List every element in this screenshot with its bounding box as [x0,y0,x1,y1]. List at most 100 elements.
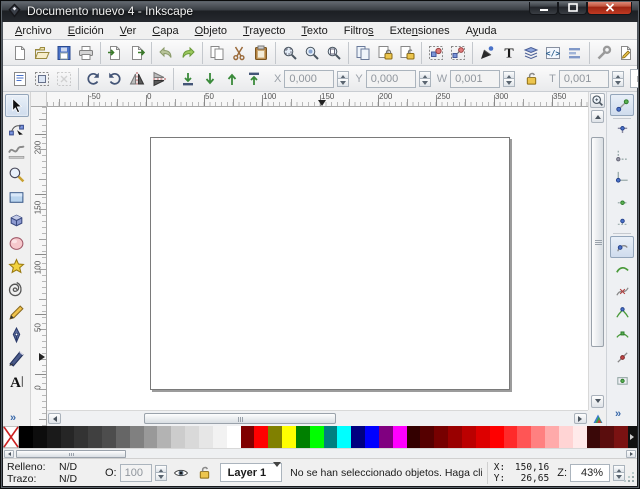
palette-swatch[interactable] [296,426,310,448]
snap-path-intersections-button[interactable] [610,280,634,302]
palette-swatch[interactable] [33,426,47,448]
tool-star[interactable] [5,255,29,278]
palette-swatch[interactable] [407,426,421,448]
spinner-y[interactable] [419,71,431,87]
palette-swatch[interactable] [490,426,504,448]
palette-swatch[interactable] [434,426,448,448]
coordinate-field-w[interactable]: 0,001 [450,70,500,88]
palette-swatch[interactable] [116,426,130,448]
text-dialog-button[interactable]: T [498,42,520,64]
palette-scroll-left-button[interactable] [4,450,14,458]
lower-to-bottom-button[interactable] [177,68,199,90]
toolbox-overflow-button[interactable]: » [10,412,16,424]
cut-button[interactable] [228,42,250,64]
snap-cusp-nodes-button[interactable] [610,302,634,324]
palette-swatch[interactable] [614,426,628,448]
rotate-ccw-button[interactable] [82,68,104,90]
palette-swatch[interactable] [600,426,614,448]
vertical-ruler[interactable]: 200150100500 [31,107,47,426]
snap-paths-button[interactable] [610,258,634,280]
titlebar[interactable]: Documento nuevo 4 - Inkscape [0,0,640,22]
tool-node-editor[interactable] [5,117,29,140]
palette-swatch[interactable] [282,426,296,448]
menu-texto[interactable]: Texto [293,22,335,40]
layers-dialog-button[interactable] [520,42,542,64]
palette-swatch[interactable] [324,426,338,448]
menu-extensiones[interactable]: Extensiones [382,22,458,40]
palette-swatch[interactable] [559,426,573,448]
palette-swatch[interactable] [365,426,379,448]
maximize-button[interactable] [558,0,587,15]
zoom-page-button[interactable] [323,42,345,64]
rotate-cw-button[interactable] [104,68,126,90]
menu-edicion[interactable]: Edición [60,22,112,40]
palette-swatch[interactable] [61,426,75,448]
palette-scroll-thumb[interactable] [16,450,126,458]
tool-bezier-pen[interactable] [5,324,29,347]
palette-scroll-right-button[interactable] [626,450,636,458]
menu-filtros[interactable]: Filtros [336,22,382,40]
document-properties-button[interactable] [615,42,637,64]
menu-objeto[interactable]: Objeto [187,22,235,40]
horizontal-ruler[interactable]: -50050100150200250300350 [47,92,588,107]
select-all-layers-button[interactable] [31,68,53,90]
deselect-button[interactable] [53,68,75,90]
snap-bbox-edges-button[interactable] [610,143,634,165]
palette-swatch[interactable] [462,426,476,448]
color-managed-display-button[interactable] [589,411,606,425]
paste-button[interactable] [250,42,272,64]
zoom-drawing-button[interactable] [301,42,323,64]
snap-toolbar-overflow-button[interactable]: » [615,408,621,420]
palette-swatch[interactable] [19,426,33,448]
lock-ratio-button[interactable] [520,68,542,90]
minimize-button[interactable] [529,0,558,15]
zoom-selection-button[interactable] [279,42,301,64]
no-color-swatch[interactable] [3,426,19,448]
snap-bounding-box-button[interactable] [610,121,634,143]
save-document-button[interactable] [53,42,75,64]
flip-horizontal-button[interactable] [126,68,148,90]
raise-to-top-button[interactable] [243,68,265,90]
horizontal-scrollbar[interactable] [47,410,588,426]
palette-swatch[interactable] [74,426,88,448]
palette-swatch[interactable] [213,426,227,448]
sticky-zoom-button[interactable] [590,93,605,108]
opacity-field[interactable]: 100 [120,464,152,482]
palette-swatch[interactable] [254,426,268,448]
ungroup-selection-button[interactable] [447,42,469,64]
palette-swatch[interactable] [47,426,61,448]
inkscape-preferences-button[interactable] [593,42,615,64]
tool-pencil[interactable] [5,301,29,324]
palette-swatch[interactable] [199,426,213,448]
align-dialog-button[interactable] [564,42,586,64]
snap-bbox-edge-midpoints-button[interactable] [610,187,634,209]
new-document-button[interactable] [9,42,31,64]
palette-swatch[interactable] [130,426,144,448]
palette-swatch[interactable] [241,426,255,448]
menu-ayuda[interactable]: Ayuda [458,22,505,40]
vertical-scrollbar[interactable] [588,92,606,410]
enable-snapping-button[interactable] [610,94,634,116]
snap-smooth-nodes-button[interactable] [610,324,634,346]
scroll-down-button[interactable] [591,395,604,408]
tool-selector[interactable] [5,94,29,117]
layer-lock-toggle[interactable] [195,463,215,483]
menu-capa[interactable]: Capa [144,22,186,40]
tool-tweak[interactable] [5,140,29,163]
scroll-left-button[interactable] [48,413,61,424]
tool-spiral[interactable] [5,278,29,301]
unlink-clone-button[interactable] [396,42,418,64]
fill-value[interactable]: N/D [59,461,77,473]
flip-vertical-button[interactable] [148,68,170,90]
palette-swatch[interactable] [476,426,490,448]
spinner-t[interactable] [612,71,624,87]
palette-scrollbar[interactable] [3,448,637,458]
coordinate-field-y[interactable]: 0,000 [366,70,416,88]
palette-swatch[interactable] [545,426,559,448]
menu-trayecto[interactable]: Trayecto [235,22,293,40]
select-all-button[interactable] [9,68,31,90]
palette-swatch[interactable] [448,426,462,448]
create-clone-button[interactable] [374,42,396,64]
snap-object-centers-button[interactable] [610,368,634,390]
layer-visibility-toggle[interactable] [171,463,191,483]
